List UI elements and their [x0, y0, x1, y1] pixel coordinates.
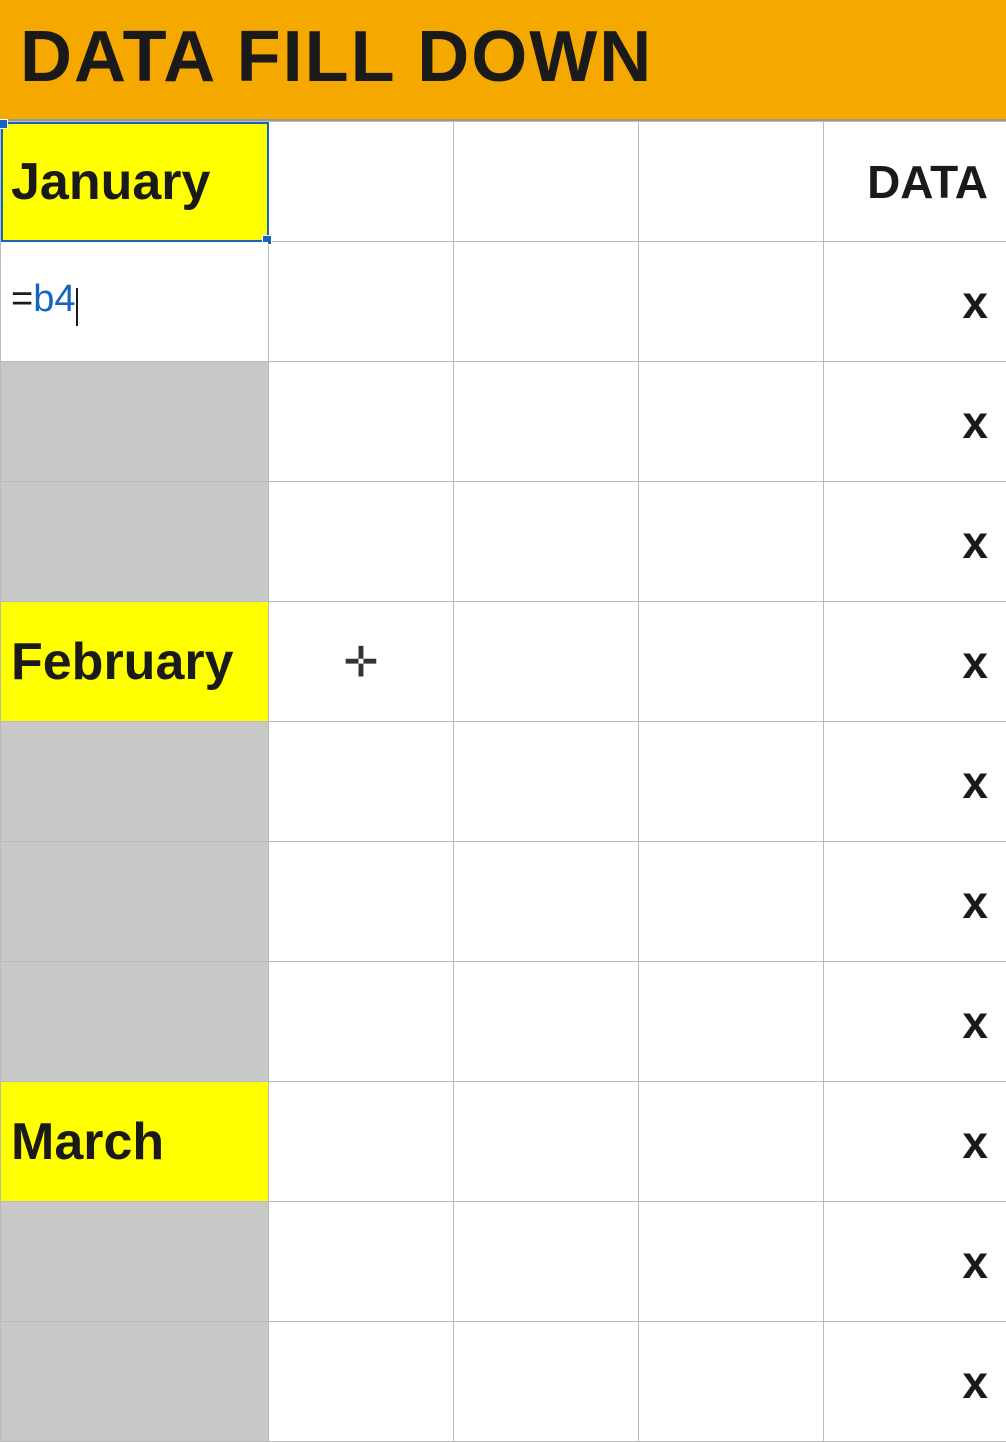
cell-empty — [454, 962, 639, 1082]
cell-x: x — [824, 962, 1006, 1082]
cell-gray — [1, 362, 269, 482]
table-row: =b4 x — [1, 242, 1006, 362]
cell-empty — [269, 842, 454, 962]
cell-gray — [1, 1322, 269, 1442]
cell-x: x — [824, 362, 1006, 482]
table-row: x — [1, 722, 1006, 842]
formula-cursor — [76, 288, 78, 326]
spreadsheet-table: January DATA =b4 — [0, 121, 1006, 1442]
x-mark: x — [962, 396, 988, 448]
january-label: January — [11, 153, 210, 211]
table-row: x — [1, 362, 1006, 482]
february-label: February — [11, 633, 234, 691]
cell-empty — [639, 242, 824, 362]
data-header-label: DATA — [867, 156, 988, 208]
cell-empty — [454, 242, 639, 362]
cell-empty — [269, 122, 454, 242]
cell-empty — [639, 482, 824, 602]
cell-cursor: ✛ — [269, 602, 454, 722]
cell-empty — [639, 362, 824, 482]
table-row: x — [1, 1322, 1006, 1442]
table-row: x — [1, 482, 1006, 602]
cell-empty — [639, 842, 824, 962]
cell-empty — [269, 722, 454, 842]
x-mark: x — [962, 1116, 988, 1168]
x-mark: x — [962, 756, 988, 808]
cell-empty — [269, 242, 454, 362]
cell-x: x — [824, 242, 1006, 362]
cell-empty — [454, 1082, 639, 1202]
x-mark: x — [962, 636, 988, 688]
cell-empty — [639, 1202, 824, 1322]
cell-empty — [454, 842, 639, 962]
cell-empty — [639, 722, 824, 842]
cell-empty — [269, 1322, 454, 1442]
x-mark: x — [962, 516, 988, 568]
cell-january[interactable]: January — [1, 122, 269, 242]
cell-x: x — [824, 482, 1006, 602]
cell-empty — [454, 602, 639, 722]
cell-gray — [1, 842, 269, 962]
cell-empty — [269, 1202, 454, 1322]
cell-february[interactable]: February — [1, 602, 269, 722]
cell-empty — [454, 362, 639, 482]
cell-x: x — [824, 602, 1006, 722]
table-row: x — [1, 842, 1006, 962]
cell-formula[interactable]: =b4 — [1, 242, 269, 362]
cell-x: x — [824, 1082, 1006, 1202]
cell-x: x — [824, 1322, 1006, 1442]
formula-equals: = — [11, 278, 33, 320]
table-row: x — [1, 962, 1006, 1082]
table-row: February ✛ x — [1, 602, 1006, 722]
cell-empty — [269, 362, 454, 482]
cell-empty — [454, 482, 639, 602]
march-label: March — [11, 1113, 164, 1171]
cell-empty — [639, 1322, 824, 1442]
cell-empty — [639, 122, 824, 242]
cell-x: x — [824, 722, 1006, 842]
x-mark: x — [962, 1236, 988, 1288]
grid-wrapper: January DATA =b4 — [0, 119, 1006, 1442]
table-row: January DATA — [1, 122, 1006, 242]
title-bar: DATA FILL DOWN — [0, 0, 1006, 119]
x-mark: x — [962, 1356, 988, 1408]
cell-empty — [639, 602, 824, 722]
cell-empty — [269, 482, 454, 602]
table-row: x — [1, 1202, 1006, 1322]
x-mark: x — [962, 996, 988, 1048]
cell-gray — [1, 1202, 269, 1322]
cell-gray — [1, 722, 269, 842]
x-mark: x — [962, 876, 988, 928]
page-title: DATA FILL DOWN — [20, 18, 986, 97]
move-cursor-icon: ✛ — [343, 637, 378, 686]
formula-text: b4 — [33, 278, 75, 320]
cell-empty — [454, 1322, 639, 1442]
cell-gray — [1, 962, 269, 1082]
spreadsheet: DATA FILL DOWN January — [0, 0, 1006, 1442]
table-row: March x — [1, 1082, 1006, 1202]
cell-empty — [454, 122, 639, 242]
cell-empty — [269, 1082, 454, 1202]
cell-empty — [639, 1082, 824, 1202]
cell-x: x — [824, 842, 1006, 962]
cell-x: x — [824, 1202, 1006, 1322]
cell-empty — [454, 1202, 639, 1322]
cell-empty — [454, 722, 639, 842]
cell-gray — [1, 482, 269, 602]
x-mark: x — [962, 276, 988, 328]
cell-empty — [269, 962, 454, 1082]
cell-empty — [639, 962, 824, 1082]
cell-data-header: DATA — [824, 122, 1006, 242]
cell-march[interactable]: March — [1, 1082, 269, 1202]
